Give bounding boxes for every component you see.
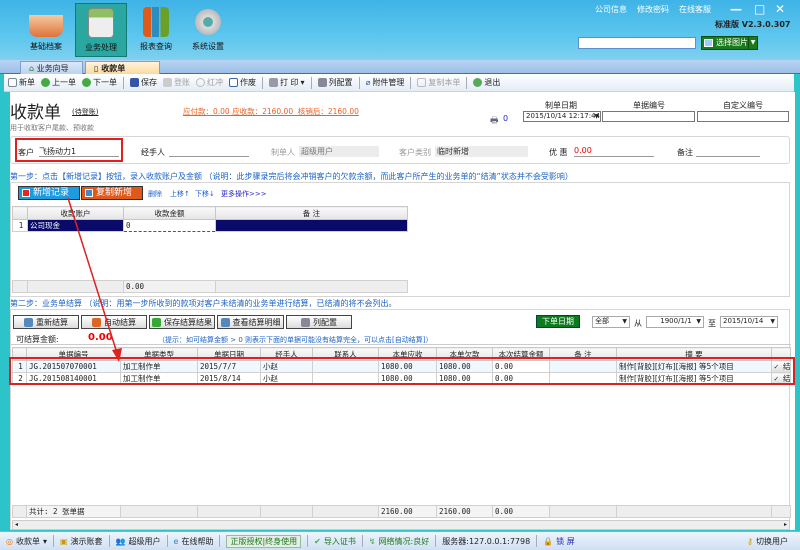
- account-icon: ▣: [60, 536, 68, 546]
- import-certificate-button[interactable]: ✔ 导入证书: [314, 536, 356, 547]
- online-help-button[interactable]: e 在线帮助: [174, 536, 214, 547]
- label: 在线帮助: [181, 536, 214, 546]
- status-bar: ◎ 收款单 ▾ ▣ 演示账套 👥 超级用户 e 在线帮助 正版授权|终身使用 ✔ 导入证书…: [0, 531, 800, 550]
- label: 收款单: [15, 536, 40, 546]
- divider: [53, 535, 54, 547]
- server-status: 服务器:127.0.0.1:7798: [442, 536, 531, 546]
- user-button[interactable]: 👥 超级用户: [116, 536, 161, 547]
- network-status: ↯ 网络情况:良好: [369, 536, 429, 547]
- arrow-head: [112, 348, 122, 362]
- divider: [435, 535, 437, 547]
- switch-user-button[interactable]: ⚷ 切换用户: [747, 536, 788, 547]
- divider: [166, 535, 168, 547]
- annotation-arrow: [67, 197, 122, 362]
- arrow-line: [67, 197, 118, 354]
- lock-screen-button[interactable]: 🔒 锁 屏: [543, 536, 575, 547]
- divider: [108, 535, 110, 547]
- lock-icon: 🔒: [543, 536, 554, 546]
- divider: [307, 535, 309, 547]
- demo-account-button[interactable]: ▣ 演示账套: [60, 536, 103, 547]
- key-icon: ⚷: [747, 536, 753, 546]
- label: 网络情况:良好: [378, 536, 430, 546]
- browser-icon: e: [173, 536, 179, 546]
- label: 导入证书: [323, 536, 356, 546]
- current-document-menu[interactable]: ◎ 收款单 ▾: [6, 536, 47, 547]
- document-icon: ◎: [6, 536, 13, 546]
- checkmark-icon: ✔: [314, 536, 321, 546]
- label: 超级用户: [128, 536, 161, 546]
- label: 切换用户: [756, 536, 788, 546]
- users-icon: 👥: [115, 536, 126, 546]
- network-icon: ↯: [368, 536, 376, 546]
- label: 锁 屏: [556, 536, 575, 546]
- license-status: 正版授权|终身使用: [226, 534, 302, 548]
- divider: [219, 535, 221, 547]
- label: 演示账套: [70, 536, 103, 546]
- divider: [361, 535, 363, 547]
- divider: [536, 535, 538, 547]
